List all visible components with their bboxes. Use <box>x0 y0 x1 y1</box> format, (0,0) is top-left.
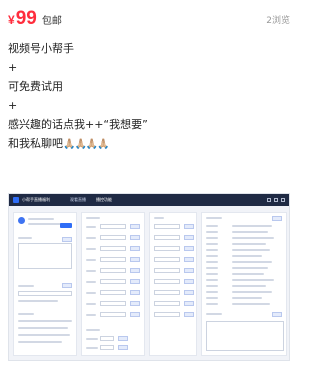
app-title: 小帮手直播福利 <box>22 197 50 202</box>
window-controls <box>267 198 285 202</box>
desc-line: 和我私聊吧🙏🏼🙏🏼🙏🏼🙏🏼 <box>8 134 148 153</box>
desc-line: + <box>8 99 18 112</box>
desc-line: 可免费试用 <box>8 80 63 93</box>
currency-symbol: ¥ <box>8 13 15 27</box>
nav-broadcast-control: 播控功能 <box>96 197 112 202</box>
message-panel <box>201 212 287 356</box>
app-logo-icon <box>13 197 19 203</box>
shipping-tag: 包邮 <box>41 16 62 27</box>
pray-emoji: 🙏🏼🙏🏼🙏🏼🙏🏼 <box>63 139 110 150</box>
desc-line: 感兴趣的话点我++“我想要” <box>8 118 148 131</box>
listing-description: 视频号小帮手 + 可免费试用 + 感兴趣的话点我++“我想要” 和我私聊吧🙏🏼🙏… <box>8 39 148 153</box>
avatar <box>18 217 25 224</box>
desc-line: + <box>8 61 18 74</box>
settings-panel <box>149 212 197 356</box>
account-panel <box>13 212 77 356</box>
view-count: 2浏览 <box>266 16 290 26</box>
price: 99 <box>15 8 37 29</box>
nav-watch-live: 观看直播 <box>70 197 86 202</box>
control-panel <box>81 212 145 356</box>
price-row: ¥ 99 包邮 <box>8 8 62 30</box>
product-screenshot[interactable]: 小帮手直播福利 观看直播 播控功能 <box>8 193 290 361</box>
desc-line-text: 和我私聊吧 <box>8 137 63 150</box>
app-topbar: 小帮手直播福利 观看直播 播控功能 <box>9 194 289 206</box>
desc-line: 视频号小帮手 <box>8 42 74 55</box>
